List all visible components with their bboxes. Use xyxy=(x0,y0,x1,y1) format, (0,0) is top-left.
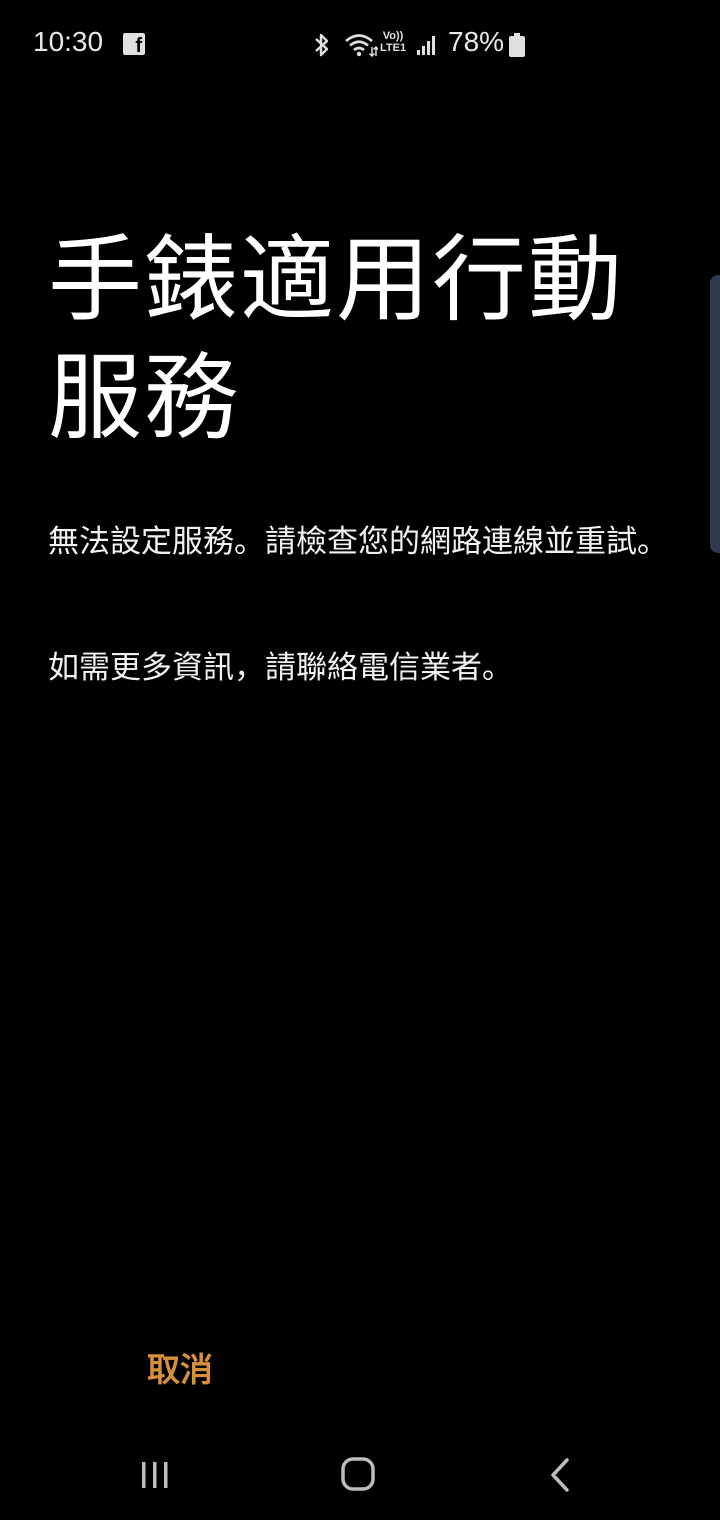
page-title: 手錶適用行動服務 xyxy=(48,226,625,453)
bluetooth-icon xyxy=(315,33,329,57)
wifi-icon xyxy=(345,34,378,58)
battery-percent: 78% xyxy=(448,26,505,57)
error-message: 無法設定服務。請檢查您的網路連線並重試。 xyxy=(48,524,668,560)
status-bar: 10:30 f Vo)) LTE1 78% xyxy=(0,0,720,90)
cancel-button[interactable]: 取消 xyxy=(130,1340,230,1400)
info-message: 如需更多資訊，請聯絡電信業者。 xyxy=(48,650,513,686)
back-button[interactable] xyxy=(530,1450,590,1500)
home-button[interactable] xyxy=(328,1450,388,1500)
battery-icon xyxy=(509,33,525,57)
signal-icon xyxy=(417,36,435,55)
status-time: 10:30 xyxy=(33,26,104,57)
home-icon xyxy=(341,1457,375,1491)
back-icon xyxy=(551,1458,569,1492)
navigation-bar xyxy=(0,1430,720,1520)
volte-lte-badge: Vo)) LTE1 xyxy=(380,30,407,54)
facebook-icon: f xyxy=(123,33,145,57)
edge-panel-handle[interactable] xyxy=(710,275,720,553)
recents-icon xyxy=(142,1462,168,1488)
recents-button[interactable] xyxy=(127,1450,187,1500)
